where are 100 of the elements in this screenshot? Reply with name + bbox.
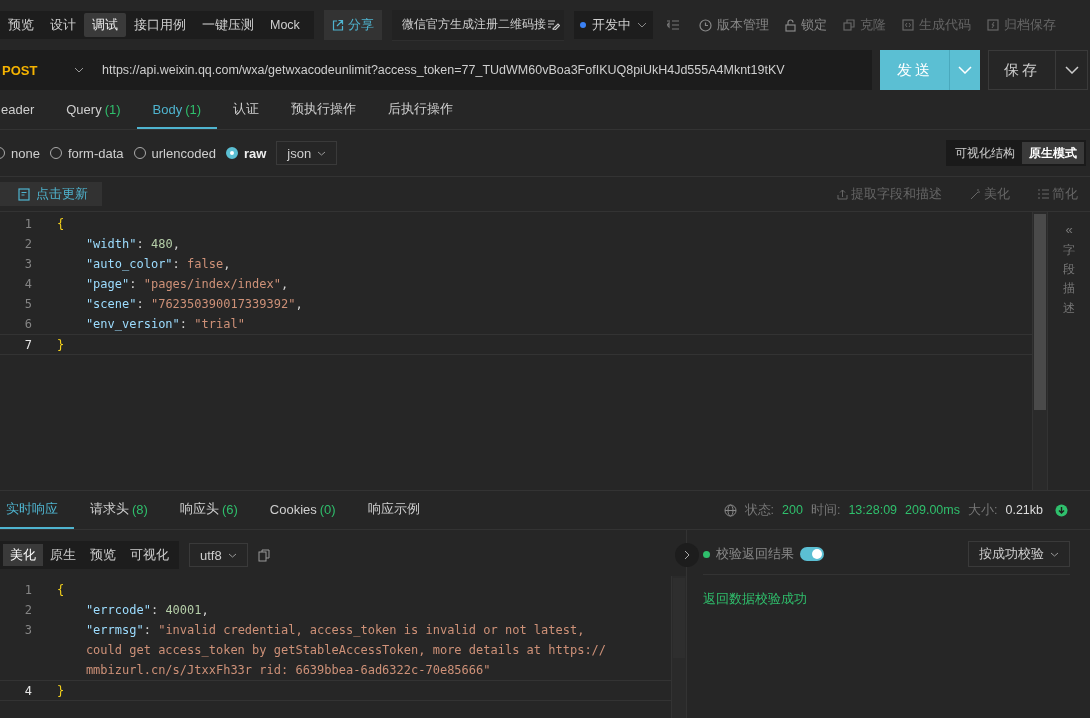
response-tab[interactable]: 响应头 (6) xyxy=(163,491,254,529)
validation-rule-dropdown[interactable]: 按成功校验 xyxy=(968,541,1070,567)
validation-result: 返回数据校验成功 xyxy=(703,591,808,608)
code-line: "width": 480, xyxy=(84,236,180,251)
code-line: { xyxy=(57,582,65,597)
body-type-radio[interactable]: form-data xyxy=(49,145,124,161)
response-tab[interactable]: 请求头 (8) xyxy=(74,491,164,529)
caret-icon xyxy=(317,150,327,156)
copy-icon[interactable] xyxy=(257,548,270,562)
view-tab[interactable]: 预览 xyxy=(0,13,42,37)
field-description-panel[interactable]: « 字段描述 xyxy=(1047,212,1090,490)
send-options-button[interactable] xyxy=(949,50,980,90)
view-mode-tab[interactable]: 原生 xyxy=(43,544,83,566)
line-number: 5 xyxy=(23,296,33,311)
code-line: "env_version": "trial" xyxy=(84,316,245,331)
response-tab[interactable]: 响应示例 xyxy=(351,491,436,529)
upload-icon xyxy=(837,188,848,200)
status-value: 209.00ms xyxy=(905,503,960,517)
code-line: "auto_color": false, xyxy=(84,256,231,271)
mode-tab[interactable]: 原生模式 xyxy=(1022,142,1084,164)
code-line: } xyxy=(57,683,65,698)
line-number: 2 xyxy=(23,236,33,251)
document-icon xyxy=(18,187,30,201)
panel-label: 字段描述 xyxy=(1063,242,1075,317)
body-type-radio[interactable]: raw xyxy=(225,145,267,161)
copy-icon xyxy=(842,19,855,31)
request-tab[interactable]: Body (1) xyxy=(136,91,218,129)
code-line: mmbizurl.cn/s/JtxxFh33r rid: 6639bbea-6ad6322c-70e85666" xyxy=(84,662,491,677)
scrollbar[interactable] xyxy=(1034,214,1046,410)
response-tab[interactable]: 实时响应 xyxy=(0,491,74,529)
line-number: 6 xyxy=(23,316,33,331)
view-mode-tab[interactable]: 预览 xyxy=(83,544,123,566)
view-mode-tab[interactable]: 美化 xyxy=(3,544,43,566)
toolbar-action[interactable]: 版本管理 xyxy=(698,16,769,34)
toggle-switch[interactable] xyxy=(800,547,824,561)
request-tab[interactable]: 认证 xyxy=(217,91,276,129)
line-number: 3 xyxy=(23,622,33,637)
edit-icon xyxy=(547,19,560,30)
view-tab[interactable]: 一键压测 xyxy=(194,13,262,37)
globe-icon xyxy=(723,503,737,517)
status-value: 200 xyxy=(782,503,803,517)
status-value: 13:28:09 xyxy=(848,503,898,517)
line-number: 1 xyxy=(23,216,33,231)
environment-dropdown[interactable]: 开发中 xyxy=(573,11,653,39)
request-tab[interactable]: Query (1) xyxy=(50,91,137,129)
status-label: 时间: xyxy=(810,501,841,519)
code-line: "scene": "762350390017339392", xyxy=(84,296,303,311)
code-line: "errcode": 40001, xyxy=(84,602,209,617)
list-icon xyxy=(1038,189,1049,199)
line-number: 4 xyxy=(23,276,33,291)
line-number: 3 xyxy=(23,256,33,271)
code-line: "page": "pages/index/index", xyxy=(84,276,289,291)
line-number: 2 xyxy=(23,602,33,617)
mode-tab[interactable]: 可视化结构 xyxy=(948,142,1022,164)
collapse-arrow: « xyxy=(1065,222,1073,237)
status-dot xyxy=(579,22,586,28)
view-tab[interactable]: 设计 xyxy=(42,13,84,37)
chevron-icon xyxy=(684,550,690,560)
validation-label: 校验返回结果 xyxy=(716,545,794,563)
share-icon xyxy=(331,19,344,31)
wand-icon xyxy=(970,188,981,200)
archive-icon xyxy=(986,19,999,31)
outline-icon[interactable] xyxy=(666,20,679,30)
request-tab[interactable]: 后执行操作 xyxy=(372,91,470,129)
view-tab[interactable]: Mock xyxy=(262,13,308,37)
url-field[interactable]: https://api.weixin.qq.com/wxa/getwxacodeunlimit?access_token=77_TUdWM60vBoa3FofIKUQ8piUkH4Jd555A4Mknt19tKV xyxy=(94,50,872,90)
lock-icon xyxy=(784,18,796,32)
caret-icon xyxy=(1064,66,1079,74)
line-number: 4 xyxy=(23,683,33,698)
status-dot xyxy=(703,550,710,558)
code-line: "errmsg": "invalid credential, access_token is invalid or not latest, xyxy=(84,622,585,637)
method-dropdown[interactable]: POST xyxy=(0,50,94,90)
clock-icon xyxy=(698,18,712,32)
status-value: 0.21kb xyxy=(1005,503,1043,517)
encoding-dropdown[interactable]: utf8 xyxy=(189,543,248,567)
status-label: 状态: xyxy=(744,501,775,519)
view-tab[interactable]: 调试 xyxy=(84,13,126,37)
caret-icon xyxy=(74,67,84,73)
toolbar-action[interactable]: 锁定 xyxy=(784,16,827,34)
request-tab[interactable]: eader xyxy=(0,91,51,129)
line-number: 7 xyxy=(23,337,33,352)
caret-icon xyxy=(227,552,237,558)
title-field[interactable]: 微信官方生成注册二维码接 xyxy=(391,9,564,41)
format-dropdown[interactable]: json xyxy=(276,141,338,165)
download-icon[interactable] xyxy=(1055,503,1068,517)
request-tab[interactable]: 预执行操作 xyxy=(275,91,373,129)
code-line: could get access_token by getStableAccessToken, more details at https:// xyxy=(84,642,607,657)
refresh-button[interactable]: 点击更新 xyxy=(0,182,102,206)
view-tab[interactable]: 接口用例 xyxy=(126,13,194,37)
body-type-radio[interactable]: urlencoded xyxy=(133,145,216,161)
response-tab[interactable]: Cookies (0) xyxy=(253,491,352,529)
caret-icon xyxy=(1050,551,1059,557)
status-label: 大小: xyxy=(968,501,998,519)
caret-icon xyxy=(636,22,647,28)
line-number: 1 xyxy=(23,582,33,597)
share-button[interactable]: 分享 xyxy=(323,10,382,40)
view-mode-tab[interactable]: 可视化 xyxy=(123,544,176,566)
code-icon xyxy=(901,19,914,31)
code-line: { xyxy=(57,216,65,231)
body-type-radio[interactable]: none xyxy=(0,145,40,161)
